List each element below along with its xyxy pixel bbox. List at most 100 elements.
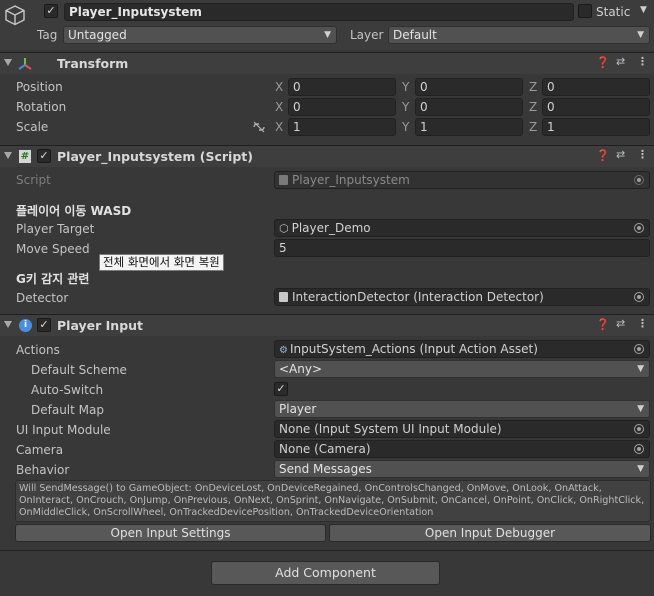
preset-sliders-icon[interactable]: ⇄ xyxy=(616,55,625,68)
position-y-field[interactable]: 0 xyxy=(415,78,523,96)
constrain-proportions-icon[interactable] xyxy=(252,121,266,133)
object-picker-icon[interactable] xyxy=(634,424,644,434)
kebab-menu-icon[interactable]: ⋮ xyxy=(637,317,648,330)
static-dropdown-icon[interactable]: ▼ xyxy=(640,5,647,15)
ui-input-module-label: UI Input Module xyxy=(16,423,111,437)
layer-dropdown[interactable]: Default ▼ xyxy=(388,26,650,44)
behavior-dropdown[interactable]: Send Messages ▼ xyxy=(274,460,650,478)
player-input-enabled-checkbox[interactable]: ✓ xyxy=(37,318,51,332)
help-icon[interactable]: ❓ xyxy=(596,56,610,69)
scale-z-field[interactable]: 1 xyxy=(542,118,650,136)
axis-x-label[interactable]: X xyxy=(275,119,283,135)
static-checkbox[interactable] xyxy=(578,4,592,18)
script-field: Player_Inputsystem xyxy=(274,171,650,189)
detector-field[interactable]: InteractionDetector (Interaction Detecto… xyxy=(274,288,650,306)
position-x-field[interactable]: 0 xyxy=(288,78,396,96)
axis-y-label[interactable]: Y xyxy=(402,99,409,115)
axis-x-label[interactable]: X xyxy=(275,99,283,115)
open-input-debugger-button[interactable]: Open Input Debugger xyxy=(329,524,651,542)
transform-axes-icon xyxy=(18,58,32,70)
rotation-x-field[interactable]: 0 xyxy=(288,98,396,116)
move-speed-field[interactable]: 5 xyxy=(274,239,650,257)
auto-switch-checkbox[interactable]: ✓ xyxy=(274,382,288,396)
ui-input-module-field[interactable]: None (Input System UI Input Module) xyxy=(274,420,650,438)
player-target-label: Player Target xyxy=(16,222,95,236)
chevron-down-icon: ▼ xyxy=(324,30,331,40)
section-detect-heading: G키 감지 관련 xyxy=(16,272,90,286)
foldout-arrow-icon[interactable] xyxy=(4,59,12,66)
player-target-value: Player_Demo xyxy=(291,221,371,235)
scale-x-field[interactable]: 1 xyxy=(288,118,396,136)
send-message-help-box: Will SendMessage() to GameObject: OnDevi… xyxy=(15,480,651,522)
kebab-menu-icon[interactable]: ⋮ xyxy=(637,148,648,161)
object-name-field[interactable]: Player_Inputsystem xyxy=(64,3,574,21)
csharp-script-icon: # xyxy=(19,150,31,163)
object-picker-icon[interactable] xyxy=(634,223,644,233)
default-map-dropdown[interactable]: Player ▼ xyxy=(274,400,650,418)
help-line: OnInteract, OnCrouch, OnJump, OnPrevious… xyxy=(19,495,645,506)
ui-input-module-value: None (Input System UI Input Module) xyxy=(279,422,502,436)
foldout-arrow-icon[interactable] xyxy=(4,321,12,328)
axis-z-label[interactable]: Z xyxy=(529,119,537,135)
default-scheme-label: Default Scheme xyxy=(31,363,127,377)
chevron-down-icon: ▼ xyxy=(637,364,644,374)
move-speed-label: Move Speed xyxy=(16,242,90,256)
help-icon[interactable]: ❓ xyxy=(596,318,610,331)
open-input-settings-button[interactable]: Open Input Settings xyxy=(15,524,326,542)
add-component-button[interactable]: Add Component xyxy=(211,561,440,585)
axis-x-label[interactable]: X xyxy=(275,79,283,95)
chevron-down-icon: ▼ xyxy=(637,464,644,474)
actions-label: Actions xyxy=(16,343,60,357)
default-map-value: Player xyxy=(279,402,317,416)
player-input-header[interactable]: i ✓ Player Input ❓ ⇄ ⋮ xyxy=(0,314,654,336)
position-z-field[interactable]: 0 xyxy=(542,78,650,96)
tag-dropdown[interactable]: Untagged ▼ xyxy=(63,26,337,44)
input-action-asset-icon: ⚙ xyxy=(279,345,288,356)
script-file-icon xyxy=(279,292,288,302)
axis-z-label[interactable]: Z xyxy=(529,99,537,115)
scale-y-field[interactable]: 1 xyxy=(415,118,523,136)
default-scheme-value: <Any> xyxy=(279,362,323,376)
script-component-title: Player_Inputsystem (Script) xyxy=(57,149,253,164)
player-input-title: Player Input xyxy=(57,318,144,333)
rotation-y-field[interactable]: 0 xyxy=(415,98,523,116)
scale-label: Scale xyxy=(16,120,49,134)
preset-sliders-icon[interactable]: ⇄ xyxy=(616,148,625,161)
script-enabled-checkbox[interactable]: ✓ xyxy=(37,149,51,163)
object-picker-icon[interactable] xyxy=(634,444,644,454)
object-picker-icon[interactable] xyxy=(634,292,644,302)
detector-label: Detector xyxy=(16,291,69,305)
section-move-heading: 플레이어 이동 WASD xyxy=(16,204,132,218)
camera-field[interactable]: None (Camera) xyxy=(274,440,650,458)
help-line: OnMiddleClick, OnScrollWheel, OnTrackedD… xyxy=(19,507,434,518)
rotation-label: Rotation xyxy=(16,100,67,114)
axis-z-label[interactable]: Z xyxy=(529,79,537,95)
kebab-menu-icon[interactable]: ⋮ xyxy=(637,55,648,68)
detector-value: InteractionDetector (Interaction Detecto… xyxy=(292,290,544,304)
rotation-z-field[interactable]: 0 xyxy=(542,98,650,116)
default-scheme-dropdown[interactable]: <Any> ▼ xyxy=(274,360,650,378)
axis-y-label[interactable]: Y xyxy=(402,119,409,135)
behavior-value: Send Messages xyxy=(279,462,372,476)
preset-sliders-icon[interactable]: ⇄ xyxy=(616,317,625,330)
chevron-down-icon: ▼ xyxy=(637,404,644,414)
transform-header[interactable]: Transform ❓ ⇄ ⋮ xyxy=(0,52,654,74)
player-input-icon: i xyxy=(19,319,32,332)
player-target-field[interactable]: ⬡ Player_Demo xyxy=(274,219,650,237)
camera-value: None (Camera) xyxy=(279,442,371,456)
help-icon[interactable]: ❓ xyxy=(596,149,610,162)
axis-y-label[interactable]: Y xyxy=(402,79,409,95)
static-label: Static xyxy=(596,5,631,19)
active-checkbox[interactable]: ✓ xyxy=(44,4,58,18)
script-component-header[interactable]: # ✓ Player_Inputsystem (Script) ❓ ⇄ ⋮ xyxy=(0,145,654,167)
foldout-arrow-icon[interactable] xyxy=(4,152,12,159)
script-file-icon xyxy=(279,175,288,185)
chevron-down-icon: ▼ xyxy=(637,30,644,40)
auto-switch-label: Auto-Switch xyxy=(31,383,104,397)
tooltip: 전체 화면에서 화면 복원 xyxy=(99,254,224,271)
object-picker-icon[interactable] xyxy=(634,344,644,354)
actions-field[interactable]: ⚙ InputSystem_Actions (Input Action Asset… xyxy=(274,340,650,358)
transform-title: Transform xyxy=(57,56,129,71)
layer-value: Default xyxy=(393,28,437,42)
gameobject-header: ✓ Player_Inputsystem Static ▼ Tag Untagg… xyxy=(0,0,654,50)
